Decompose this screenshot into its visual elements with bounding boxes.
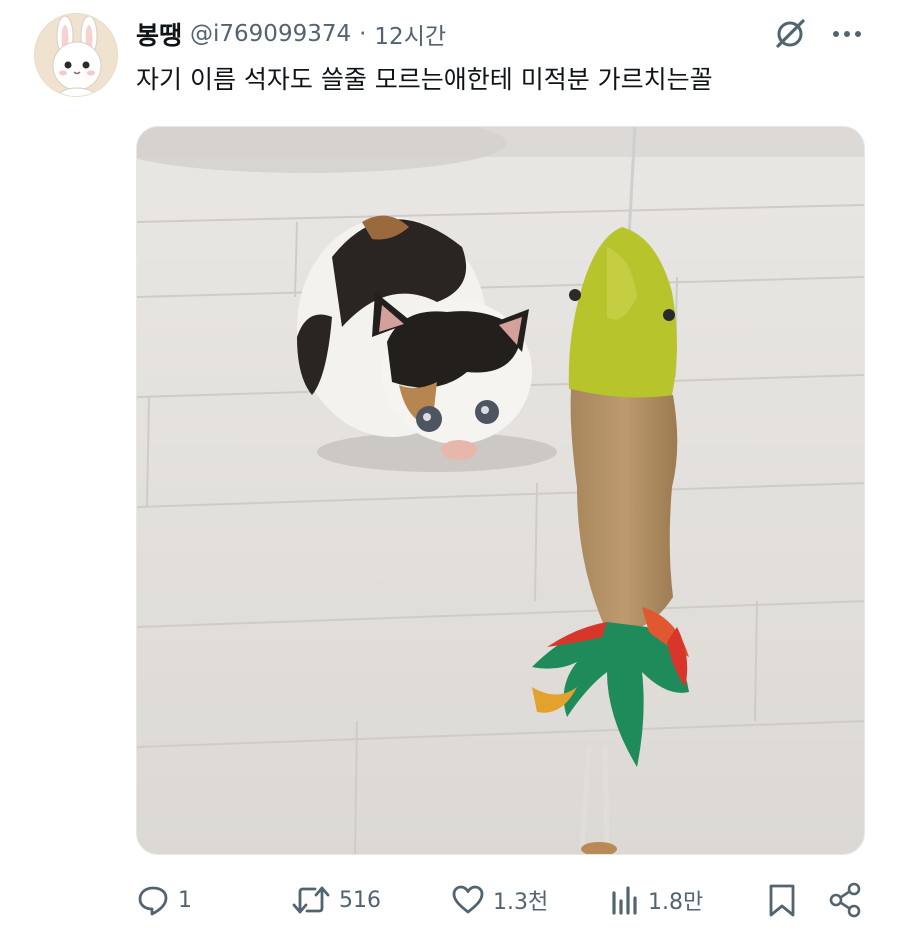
retweet-button[interactable]: 516	[291, 878, 381, 922]
retweet-icon	[291, 883, 331, 917]
like-button[interactable]: 1.3천	[451, 878, 548, 922]
view-count: 1.8만	[648, 890, 704, 915]
user-handle[interactable]: @i769099374	[190, 21, 351, 47]
tweet-text: 자기 이름 석자도 쓸줄 모르는애한테 미적분 가르치는꼴	[136, 65, 713, 94]
views-icon	[610, 883, 640, 917]
bookmark-button[interactable]	[767, 878, 797, 922]
reply-icon	[136, 883, 170, 917]
more-icon[interactable]	[828, 18, 868, 50]
retweet-count: 516	[339, 887, 381, 913]
bunny-avatar-image	[35, 14, 117, 96]
separator-dot: ·	[359, 21, 367, 47]
grok-icon[interactable]	[772, 16, 808, 52]
tweet-header: 봉땡 @i769099374 · 12시간	[136, 14, 446, 54]
bookmark-icon	[767, 882, 797, 918]
timestamp[interactable]: 12시간	[374, 17, 446, 51]
tweet-photo[interactable]	[136, 126, 865, 855]
like-count: 1.3천	[493, 890, 549, 915]
display-name[interactable]: 봉땡	[136, 16, 182, 52]
reply-button[interactable]: 1	[136, 878, 192, 922]
avatar[interactable]	[34, 13, 118, 97]
kitten-photo	[137, 127, 864, 854]
share-icon	[828, 882, 862, 918]
heart-icon	[451, 883, 485, 917]
share-button[interactable]	[828, 878, 862, 922]
views-button[interactable]: 1.8만	[610, 878, 703, 922]
reply-count: 1	[178, 887, 192, 913]
